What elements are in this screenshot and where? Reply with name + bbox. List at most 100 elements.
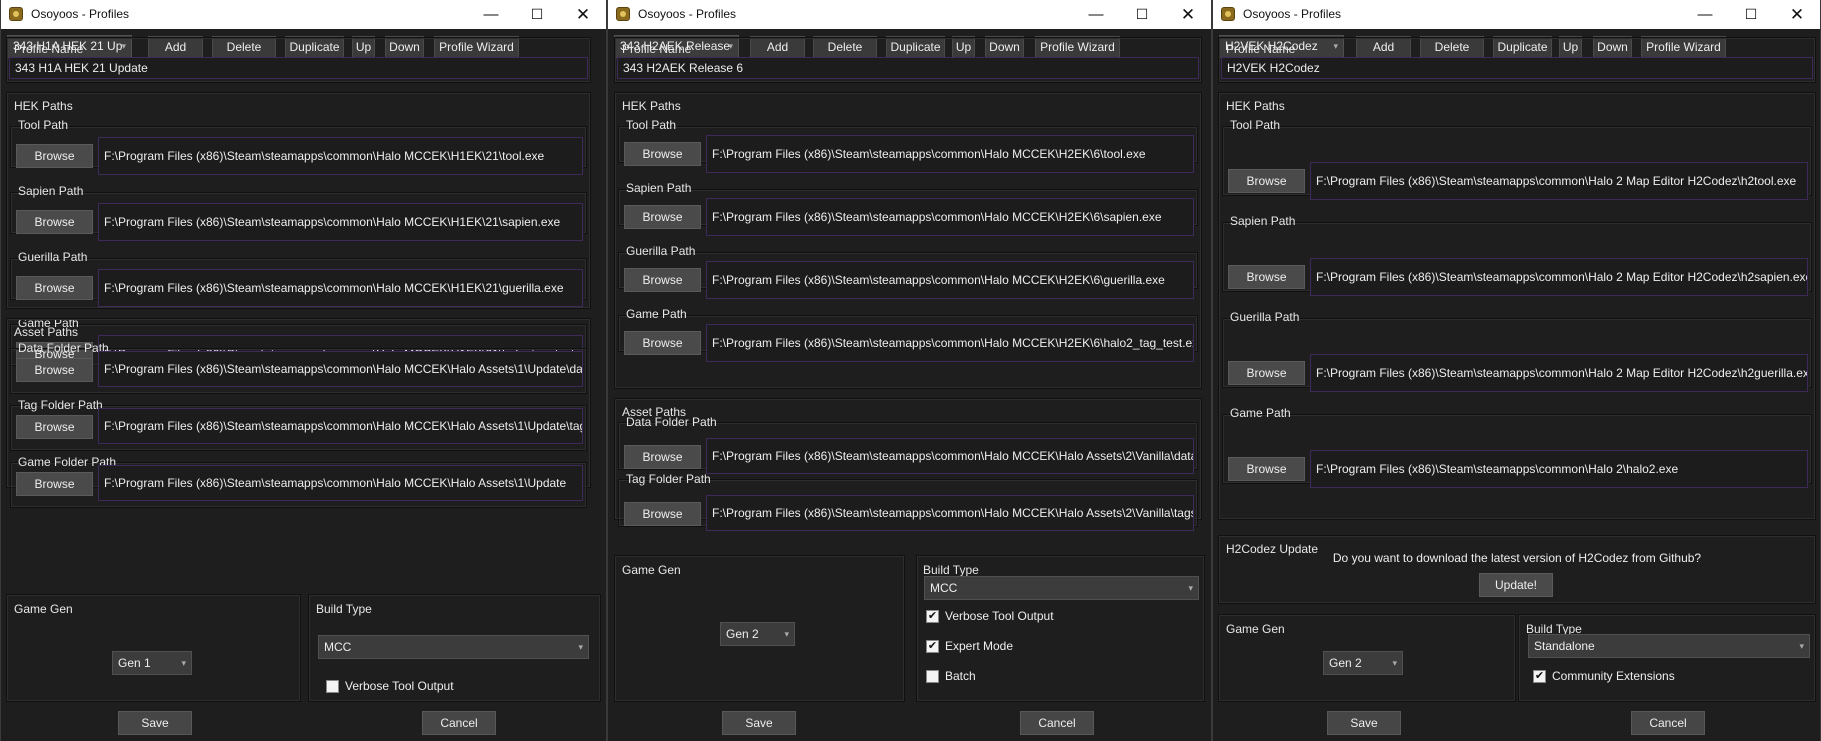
- minimize-icon[interactable]: —: [1682, 0, 1728, 29]
- asset-path-label: Data Folder Path: [18, 341, 109, 355]
- hek-path-input[interactable]: F:\Program Files (x86)\Steam\steamapps\c…: [706, 261, 1194, 299]
- asset-path-label: Data Folder Path: [626, 415, 717, 429]
- browse-button[interactable]: Browse: [1228, 169, 1305, 193]
- checkbox[interactable]: ✔: [926, 640, 939, 653]
- hek-path-input[interactable]: F:\Program Files (x86)\Steam\steamapps\c…: [706, 198, 1194, 236]
- cancel-button[interactable]: Cancel: [1631, 711, 1705, 735]
- minimize-icon[interactable]: —: [1073, 0, 1119, 29]
- hek-path-input[interactable]: F:\Program Files (x86)\Steam\steamapps\c…: [98, 203, 583, 241]
- browse-button[interactable]: Browse: [624, 142, 701, 166]
- browse-button[interactable]: Browse: [624, 502, 701, 526]
- close-icon[interactable]: ✕: [1165, 0, 1211, 29]
- checkbox[interactable]: [326, 680, 339, 693]
- browse-button[interactable]: Browse: [1228, 457, 1305, 481]
- browse-button[interactable]: Browse: [624, 445, 701, 469]
- profiles-window: Osoyoos - Profiles — ☐ ✕ 343 H1A HEK 21 Up ▾ A…: [0, 0, 607, 741]
- hek-path-label: Guerilla Path: [626, 244, 696, 258]
- game-gen-select[interactable]: Gen 2 ▾: [720, 622, 795, 646]
- build-type-select[interactable]: MCC ▾: [318, 635, 589, 659]
- game-gen-value: Gen 2: [726, 627, 759, 641]
- hek-path-label: Tool Path: [18, 118, 69, 132]
- chevron-down-icon: ▾: [181, 658, 186, 668]
- build-type-select[interactable]: MCC ▾: [924, 576, 1199, 600]
- hek-path-label: Sapien Path: [626, 181, 692, 195]
- browse-button[interactable]: Browse: [16, 144, 93, 168]
- browse-button[interactable]: Browse: [16, 276, 93, 300]
- checkbox[interactable]: ✔: [926, 610, 939, 623]
- build-type-value: MCC: [930, 581, 958, 595]
- hek-path-label: Sapien Path: [18, 184, 84, 198]
- game-gen-value: Gen 2: [1329, 656, 1362, 670]
- save-button[interactable]: Save: [118, 711, 192, 735]
- close-icon[interactable]: ✕: [560, 0, 606, 29]
- build-type-label: Build Type: [316, 602, 372, 616]
- build-type-label: Build Type: [923, 563, 979, 577]
- hek-path-label: Game Path: [1230, 406, 1291, 420]
- hek-path-input[interactable]: F:\Program Files (x86)\Steam\steamapps\c…: [98, 137, 583, 175]
- hek-path-input[interactable]: F:\Program Files (x86)\Steam\steamapps\c…: [98, 269, 583, 307]
- maximize-icon[interactable]: ☐: [1728, 0, 1774, 29]
- asset-path-input[interactable]: F:\Program Files (x86)\Steam\steamapps\c…: [98, 465, 583, 501]
- title-bar: Osoyoos - Profiles — ☐ ✕: [1, 0, 606, 29]
- checkbox[interactable]: ✔: [1533, 670, 1546, 683]
- build-type-value: MCC: [324, 640, 352, 654]
- hek-path-input[interactable]: F:\Program Files (x86)\Steam\steamapps\c…: [1310, 450, 1808, 488]
- hek-path-input[interactable]: F:\Program Files (x86)\Steam\steamapps\c…: [706, 324, 1194, 362]
- browse-button[interactable]: Browse: [624, 205, 701, 229]
- browse-button[interactable]: Browse: [624, 268, 701, 292]
- hek-path-label: Tool Path: [626, 118, 677, 132]
- checkbox-label: Batch: [945, 669, 976, 683]
- browse-button[interactable]: Browse: [16, 472, 93, 496]
- browse-button[interactable]: Browse: [16, 210, 93, 234]
- hek-path-label: Sapien Path: [1230, 214, 1296, 228]
- hek-paths-label: HEK Paths: [14, 99, 73, 113]
- hek-path-label: Guerilla Path: [1230, 310, 1300, 324]
- save-button[interactable]: Save: [722, 711, 796, 735]
- browse-button[interactable]: Browse: [16, 358, 93, 382]
- game-gen-label: Game Gen: [622, 563, 681, 577]
- game-gen-value: Gen 1: [118, 656, 151, 670]
- hek-path-label: Guerilla Path: [18, 250, 88, 264]
- game-gen-select[interactable]: Gen 2 ▾: [1323, 651, 1403, 675]
- window-title: Osoyoos - Profiles: [31, 7, 130, 21]
- asset-path-input[interactable]: F:\Program Files (x86)\Steam\steamapps\c…: [98, 351, 583, 387]
- chevron-down-icon: ▾: [578, 642, 583, 652]
- app-icon: [616, 7, 630, 21]
- asset-path-input[interactable]: F:\Program Files (x86)\Steam\steamapps\c…: [706, 495, 1194, 531]
- chevron-down-icon: ▾: [1188, 583, 1193, 593]
- browse-button[interactable]: Browse: [624, 331, 701, 355]
- asset-path-label: Tag Folder Path: [18, 398, 103, 412]
- game-gen-select[interactable]: Gen 1 ▾: [112, 651, 192, 675]
- asset-path-label: Tag Folder Path: [626, 472, 711, 486]
- chevron-down-icon: ▾: [1392, 658, 1397, 668]
- browse-button[interactable]: Browse: [1228, 361, 1305, 385]
- profile-name-input[interactable]: H2VEK H2Codez: [1221, 57, 1813, 79]
- game-gen-label: Game Gen: [1226, 622, 1285, 636]
- checkbox-label: Expert Mode: [945, 639, 1014, 653]
- asset-path-input[interactable]: F:\Program Files (x86)\Steam\steamapps\c…: [706, 438, 1194, 474]
- asset-paths-label: Asset Paths: [14, 325, 79, 339]
- close-icon[interactable]: ✕: [1774, 0, 1820, 29]
- hek-path-input[interactable]: F:\Program Files (x86)\Steam\steamapps\c…: [706, 135, 1194, 173]
- checkbox-label: Verbose Tool Output: [345, 679, 454, 693]
- profile-name-input[interactable]: 343 H1A HEK 21 Update: [9, 57, 588, 79]
- browse-button[interactable]: Browse: [16, 415, 93, 439]
- update-button[interactable]: Update!: [1479, 573, 1553, 597]
- cancel-button[interactable]: Cancel: [1020, 711, 1094, 735]
- browse-button[interactable]: Browse: [1228, 265, 1305, 289]
- checkbox-label: Community Extensions: [1552, 669, 1675, 683]
- checkbox[interactable]: [926, 670, 939, 683]
- profile-name-input[interactable]: 343 H2AEK Release 6: [617, 57, 1199, 79]
- cancel-button[interactable]: Cancel: [422, 711, 496, 735]
- chevron-down-icon: ▾: [784, 629, 789, 639]
- save-button[interactable]: Save: [1327, 711, 1401, 735]
- asset-path-input[interactable]: F:\Program Files (x86)\Steam\steamapps\c…: [98, 408, 583, 444]
- minimize-icon[interactable]: —: [468, 0, 514, 29]
- hek-paths-label: HEK Paths: [622, 99, 681, 113]
- maximize-icon[interactable]: ☐: [514, 0, 560, 29]
- hek-path-input[interactable]: F:\Program Files (x86)\Steam\steamapps\c…: [1310, 258, 1808, 296]
- maximize-icon[interactable]: ☐: [1119, 0, 1165, 29]
- build-type-select[interactable]: Standalone ▾: [1528, 634, 1810, 658]
- hek-path-input[interactable]: F:\Program Files (x86)\Steam\steamapps\c…: [1310, 162, 1808, 200]
- hek-path-input[interactable]: F:\Program Files (x86)\Steam\steamapps\c…: [1310, 354, 1808, 392]
